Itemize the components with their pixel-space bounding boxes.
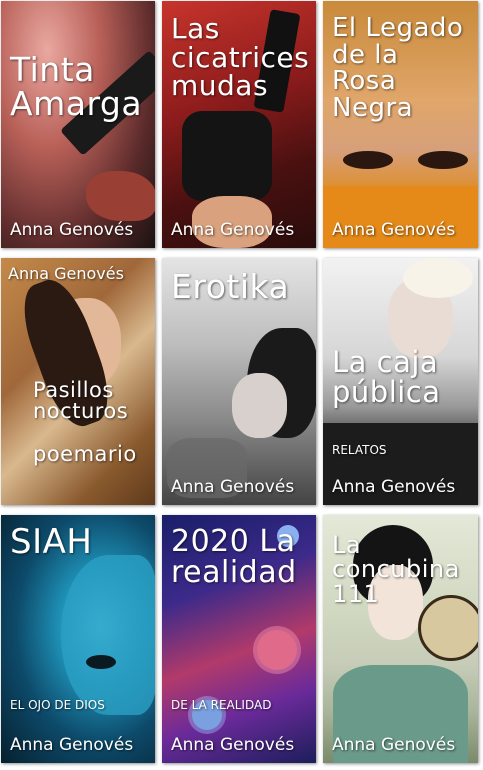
book-title: La concubina 111 [332,531,460,608]
book-author: Anna Genovés [10,220,134,240]
book-cover-el-legado-de-la-rosa-negra[interactable]: El Legado de la Rosa Negra Anna Genovés [323,1,478,248]
book-author: Anna Genovés [10,735,134,755]
book-author: Anna Genovés [171,735,295,755]
hand-shape [86,171,155,221]
book-title: Tinta Amarga [10,50,143,123]
book-subtitle: EL OJO DE DIOS [10,698,105,712]
eye-shape [86,655,116,669]
book-subtitle: RELATOS [332,443,387,457]
book-cover-siah[interactable]: SIAH EL OJO DE DIOS Anna Genovés [1,515,155,763]
eye-shape [343,151,393,169]
book-title: 2020 La realidad [171,524,297,590]
book-title: Las cicatrices mudas [171,12,310,103]
book-author-top: Anna Genovés [8,264,124,283]
face-shape [232,373,287,438]
book-cover-erotika[interactable]: Erotika Anna Genovés [162,258,316,505]
eye-shape [418,151,468,169]
virus-icon [257,630,297,670]
book-author: Anna Genovés [332,477,456,497]
book-grid: Tinta Amarga Anna Genovés Las cicatrices… [0,0,483,770]
book-subtitle: DE LA REALIDAD [171,698,272,712]
book-author: Anna Genovés [332,220,456,240]
book-cover-la-concubina-111[interactable]: La concubina 111 Anna Genovés [323,515,478,763]
book-cover-la-caja-publica[interactable]: La caja pública RELATOS Anna Genovés [323,258,478,505]
book-cover-pasillos-nocturos[interactable]: Pasillos nocturos poemario Anna Genovés [1,258,155,505]
figure-body-shape [182,111,272,201]
book-cover-las-cicatrices-mudas[interactable]: Las cicatrices mudas Anna Genovés [162,1,316,248]
book-cover-2020-la-realidad[interactable]: 2020 La realidad DE LA REALIDAD Anna Gen… [162,515,316,763]
robot-head-shape [61,555,155,715]
book-title: La caja pública [332,345,441,409]
book-title: Pasillos nocturos poemario [33,378,137,467]
book-title: SIAH [10,522,93,562]
book-author: Anna Genovés [171,220,295,240]
book-title: Erotika [171,267,290,306]
book-author: Anna Genovés [332,735,456,755]
hair-shape [403,258,473,298]
book-cover-tinta-amarga[interactable]: Tinta Amarga Anna Genovés [1,1,155,248]
book-author: Anna Genovés [171,477,295,497]
book-title: El Legado de la Rosa Negra [332,13,464,123]
